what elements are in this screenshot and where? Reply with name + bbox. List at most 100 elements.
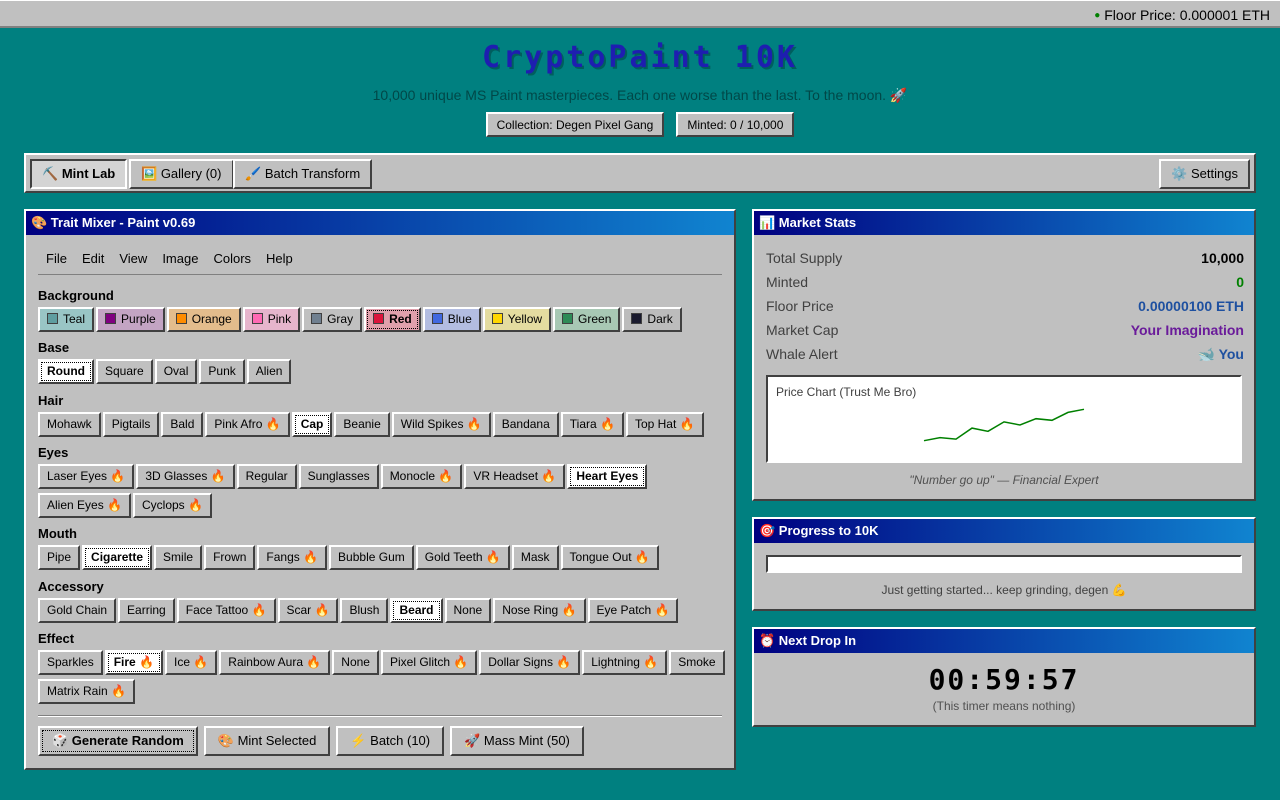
menu-file[interactable]: File <box>46 249 67 269</box>
main-tab-bar: ⛏️ Mint Lab 🖼️ Gallery (0) 🖌️ Batch Tran… <box>24 153 1256 193</box>
trait-option-effect-sparkles[interactable]: Sparkles <box>38 650 103 675</box>
trait-option-effect-none[interactable]: None <box>332 650 379 675</box>
trait-option-accessory-earring[interactable]: Earring <box>118 598 175 623</box>
trait-option-accessory-scar[interactable]: Scar 🔥 <box>277 598 339 623</box>
batch-mint-button[interactable]: ⚡ Batch (10) <box>336 726 445 756</box>
trait-option-eyes-sunglasses[interactable]: Sunglasses <box>298 464 379 489</box>
trait-option-label: Blue <box>447 312 472 326</box>
trait-option-effect-matrix-rain[interactable]: Matrix Rain 🔥 <box>38 679 135 704</box>
trait-option-background-dark[interactable]: Dark <box>622 307 682 332</box>
trait-option-effect-lightning[interactable]: Lightning 🔥 <box>582 650 668 675</box>
trait-option-label: Ice 🔥 <box>173 655 209 669</box>
trait-option-label: Oval <box>163 364 189 378</box>
menu-edit[interactable]: Edit <box>82 249 104 269</box>
trait-option-base-round[interactable]: Round <box>38 359 94 384</box>
progress-titlebar: 🎯 Progress to 10K <box>754 519 1254 543</box>
floor-price-text: Floor Price: 0.000001 ETH <box>1104 7 1270 23</box>
pickaxe-icon: ⛏️ <box>42 166 59 181</box>
trait-option-eyes-laser-eyes[interactable]: Laser Eyes 🔥 <box>38 464 135 489</box>
trait-option-base-oval[interactable]: Oval <box>154 359 198 384</box>
trait-option-background-gray[interactable]: Gray <box>302 307 363 332</box>
trait-option-mouth-smile[interactable]: Smile <box>154 545 203 570</box>
timer-note: (This timer means nothing) <box>932 699 1076 713</box>
menu-help[interactable]: Help <box>266 249 293 269</box>
trait-option-mouth-tongue-out[interactable]: Tongue Out 🔥 <box>560 545 659 570</box>
trait-option-base-punk[interactable]: Punk <box>199 359 245 384</box>
settings-button[interactable]: ⚙️ Settings <box>1159 159 1250 189</box>
trait-option-hair-pigtails[interactable]: Pigtails <box>102 412 160 437</box>
category-label-base: Base <box>38 340 70 355</box>
trait-option-hair-pink-afro[interactable]: Pink Afro 🔥 <box>205 412 290 437</box>
mint-selected-button[interactable]: 🎨 Mint Selected <box>203 726 331 756</box>
trait-option-label: Green <box>578 312 612 326</box>
trait-option-base-square[interactable]: Square <box>96 359 153 384</box>
trait-option-label: Sunglasses <box>307 469 370 483</box>
trait-option-hair-wild-spikes[interactable]: Wild Spikes 🔥 <box>391 412 491 437</box>
trait-option-hair-mohawk[interactable]: Mohawk <box>38 412 101 437</box>
trait-option-eyes-vr-headset[interactable]: VR Headset 🔥 <box>464 464 566 489</box>
tab-batch-transform[interactable]: 🖌️ Batch Transform <box>233 159 373 189</box>
trait-option-accessory-beard[interactable]: Beard <box>390 598 443 623</box>
trait-option-hair-tiara[interactable]: Tiara 🔥 <box>560 412 624 437</box>
eyes-options: Laser Eyes 🔥 3D Glasses 🔥 Regular Sunglasse… <box>38 464 728 522</box>
trait-option-effect-fire[interactable]: Fire 🔥 <box>104 650 163 675</box>
trait-option-accessory-face-tattoo[interactable]: Face Tattoo 🔥 <box>176 598 276 623</box>
trait-option-eyes-alien-eyes[interactable]: Alien Eyes 🔥 <box>38 493 131 518</box>
trait-option-label: Top Hat 🔥 <box>634 417 695 431</box>
mint-progress-bar <box>766 555 1242 573</box>
background-options: Teal Purple Orange Pink Gray Red Blue Yellow Gre… <box>38 307 728 336</box>
trait-option-eyes-monocle[interactable]: Monocle 🔥 <box>380 464 463 489</box>
menu-view[interactable]: View <box>119 249 147 269</box>
trait-option-mouth-frown[interactable]: Frown <box>204 545 256 570</box>
trait-option-accessory-nose-ring[interactable]: Nose Ring 🔥 <box>493 598 586 623</box>
trait-option-mouth-gold-teeth[interactable]: Gold Teeth 🔥 <box>415 545 510 570</box>
trait-option-hair-beanie[interactable]: Beanie <box>334 412 390 437</box>
trait-option-effect-ice[interactable]: Ice 🔥 <box>164 650 218 675</box>
trait-option-background-green[interactable]: Green <box>553 307 621 332</box>
menu-image[interactable]: Image <box>162 249 198 269</box>
trait-option-label: Cyclops 🔥 <box>141 498 203 512</box>
trait-option-accessory-blush[interactable]: Blush <box>340 598 389 623</box>
trait-option-label: Cap <box>300 417 324 431</box>
trait-option-eyes-cyclops[interactable]: Cyclops 🔥 <box>132 493 212 518</box>
menu-colors[interactable]: Colors <box>213 249 251 269</box>
generate-random-button[interactable]: 🎲 Generate Random <box>38 726 198 756</box>
trait-option-hair-bald[interactable]: Bald <box>161 412 204 437</box>
category-label-accessory: Accessory <box>38 579 104 594</box>
tab-mint-lab[interactable]: ⛏️ Mint Lab <box>30 159 128 189</box>
trait-option-background-yellow[interactable]: Yellow <box>482 307 552 332</box>
trait-option-eyes-3d-glasses[interactable]: 3D Glasses 🔥 <box>136 464 235 489</box>
stat-value: 🐋 You <box>1197 346 1244 362</box>
trait-option-mouth-cigarette[interactable]: Cigarette <box>82 545 153 570</box>
trait-option-effect-pixel-glitch[interactable]: Pixel Glitch 🔥 <box>380 650 478 675</box>
mass-mint-button[interactable]: 🚀 Mass Mint (50) <box>450 726 584 756</box>
trait-option-background-blue[interactable]: Blue <box>422 307 481 332</box>
stat-value: 0.00000100 ETH <box>1138 298 1244 314</box>
trait-option-background-pink[interactable]: Pink <box>242 307 301 332</box>
progress-text: Just getting started... keep grinding, d… <box>881 583 1127 597</box>
trait-option-eyes-regular[interactable]: Regular <box>236 464 297 489</box>
price-chart-plot <box>923 408 1085 442</box>
trait-option-mouth-fangs[interactable]: Fangs 🔥 <box>257 545 328 570</box>
trait-option-mouth-bubble-gum[interactable]: Bubble Gum <box>329 545 414 570</box>
trait-option-background-red[interactable]: Red <box>364 307 421 332</box>
trait-option-mouth-pipe[interactable]: Pipe <box>38 545 81 570</box>
trait-option-effect-smoke[interactable]: Smoke <box>669 650 725 675</box>
trait-option-hair-top-hat[interactable]: Top Hat 🔥 <box>625 412 704 437</box>
trait-option-label: Pigtails <box>111 417 151 431</box>
trait-option-background-purple[interactable]: Purple <box>96 307 165 332</box>
trait-option-effect-rainbow-aura[interactable]: Rainbow Aura 🔥 <box>219 650 331 675</box>
trait-option-mouth-mask[interactable]: Mask <box>511 545 559 570</box>
color-swatch-icon <box>631 313 643 324</box>
trait-option-background-orange[interactable]: Orange <box>166 307 241 332</box>
tab-gallery[interactable]: 🖼️ Gallery (0) <box>129 159 234 189</box>
trait-option-accessory-gold-chain[interactable]: Gold Chain <box>38 598 117 623</box>
trait-option-effect-dollar-signs[interactable]: Dollar Signs 🔥 <box>479 650 581 675</box>
trait-option-hair-bandana[interactable]: Bandana <box>492 412 559 437</box>
trait-option-background-teal[interactable]: Teal <box>38 307 95 332</box>
trait-option-accessory-none[interactable]: None <box>444 598 492 623</box>
trait-option-base-alien[interactable]: Alien <box>246 359 292 384</box>
trait-option-accessory-eye-patch[interactable]: Eye Patch 🔥 <box>587 598 679 623</box>
trait-option-hair-cap[interactable]: Cap <box>291 412 333 437</box>
trait-option-eyes-heart-eyes[interactable]: Heart Eyes <box>567 464 648 489</box>
